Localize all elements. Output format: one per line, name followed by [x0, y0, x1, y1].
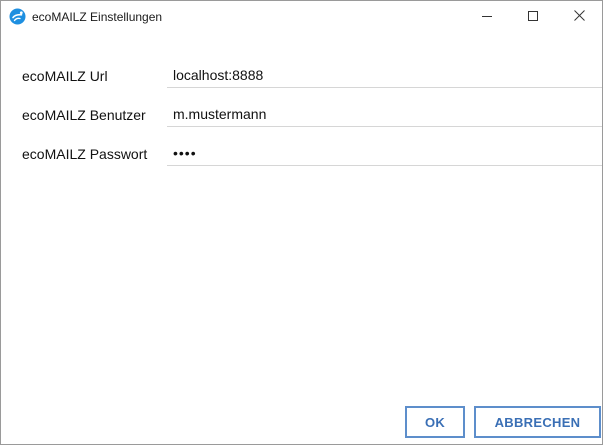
maximize-button[interactable] [510, 1, 556, 32]
user-row: ecoMAILZ Benutzer [1, 101, 602, 128]
minimize-icon [482, 8, 492, 26]
title-bar[interactable]: ecoMAILZ Einstellungen [1, 1, 602, 32]
minimize-button[interactable] [464, 1, 510, 32]
ok-button[interactable]: OK [405, 406, 465, 438]
ecomailz-app-icon [9, 8, 26, 25]
password-row: ecoMAILZ Passwort [1, 140, 602, 167]
password-input[interactable] [167, 140, 602, 166]
maximize-icon [528, 8, 538, 26]
cancel-button[interactable]: ABBRECHEN [474, 406, 601, 438]
settings-window: ecoMAILZ Einstellungen ecoMAILZ Url ecoM… [0, 0, 603, 445]
url-label: ecoMAILZ Url [22, 68, 108, 84]
close-icon [573, 8, 585, 26]
user-label: ecoMAILZ Benutzer [22, 107, 146, 123]
password-label: ecoMAILZ Passwort [22, 146, 148, 162]
url-input[interactable] [167, 62, 602, 88]
url-row: ecoMAILZ Url [1, 62, 602, 89]
user-input[interactable] [167, 101, 602, 127]
close-button[interactable] [556, 1, 602, 32]
window-title: ecoMAILZ Einstellungen [32, 10, 163, 24]
